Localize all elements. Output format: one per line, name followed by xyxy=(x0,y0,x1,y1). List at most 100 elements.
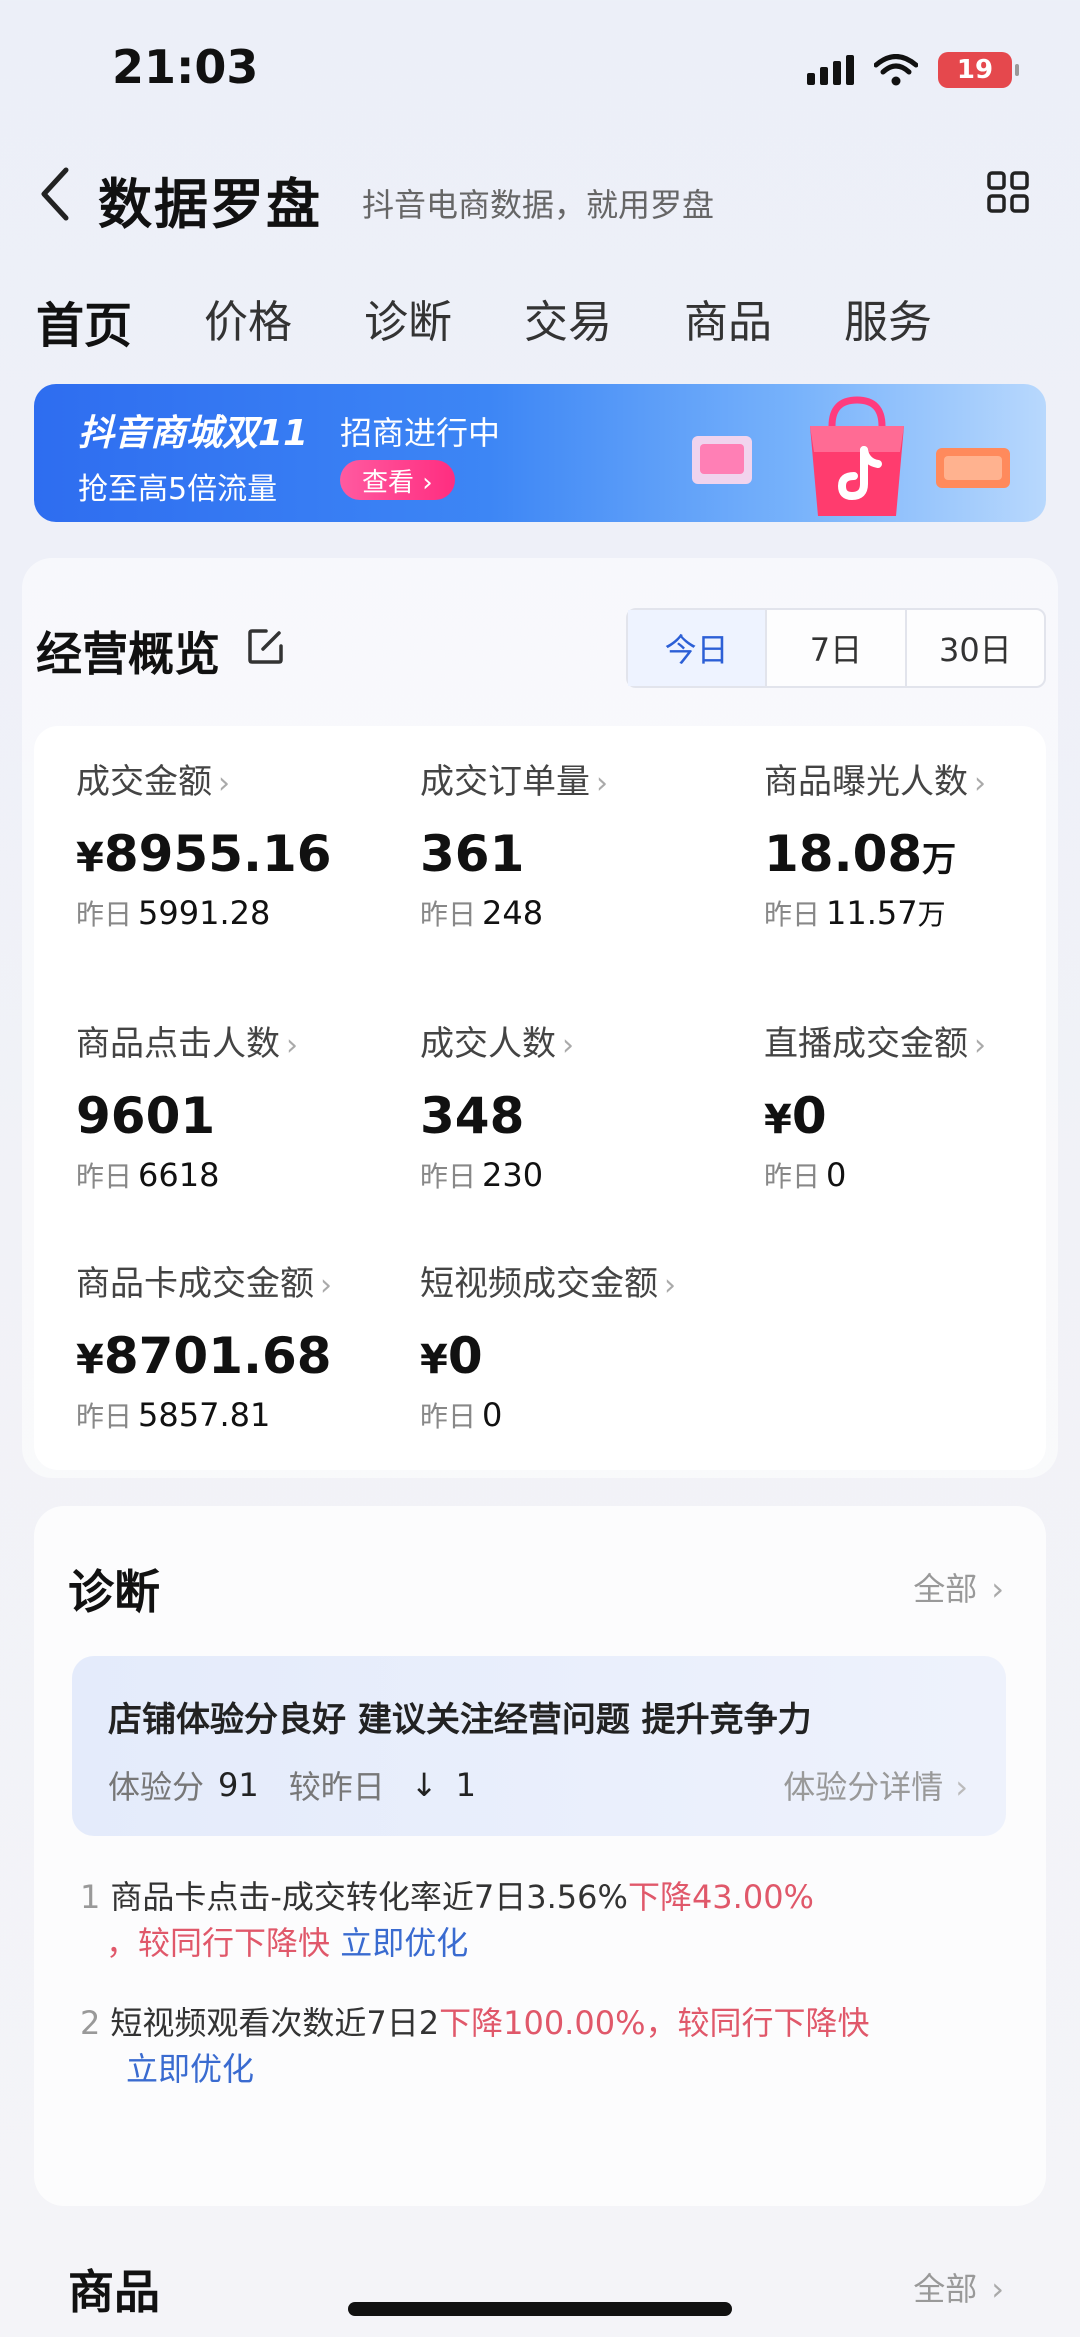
chevron-right-icon: › xyxy=(991,2270,1004,2308)
diagnosis-all-link[interactable]: 全部 › xyxy=(913,1564,1004,1610)
metric-value: 0 xyxy=(447,1327,483,1385)
period-selector: 今日 7日 30日 xyxy=(626,608,1046,688)
status-icons: 19 xyxy=(807,52,1019,88)
period-7d[interactable]: 7日 xyxy=(767,610,907,686)
prev-label: 昨日 xyxy=(420,898,477,931)
banner-view-button[interactable]: 查看 › xyxy=(340,460,455,500)
tab-bar: 首页 价格 诊断 交易 商品 服务 xyxy=(36,286,1004,356)
tab-price[interactable]: 价格 xyxy=(204,286,292,356)
metric-prev: 0 xyxy=(482,1396,503,1434)
chevron-right-icon: › xyxy=(974,766,986,801)
prev-label: 昨日 xyxy=(76,1400,133,1433)
overview-title: 经营概览 xyxy=(36,627,220,681)
metric-prev: 5991.28 xyxy=(138,894,271,932)
metric-prev-unit: 万 xyxy=(917,898,946,931)
metric-label: 直播成交金额 xyxy=(764,1024,968,1064)
chevron-right-icon: › xyxy=(974,1028,986,1063)
shopping-bag-icon xyxy=(810,396,904,516)
metric-exposure[interactable]: 商品曝光人数 › 18.08万 昨日 11.57万 xyxy=(764,754,1080,933)
metric-orders[interactable]: 成交订单量 › 361 昨日 248 xyxy=(420,754,750,933)
issue-decline: 下降43.00% xyxy=(627,1878,814,1916)
metric-label: 短视频成交金额 xyxy=(420,1264,658,1304)
metric-value: 348 xyxy=(420,1087,525,1145)
tab-diagnosis[interactable]: 诊断 xyxy=(364,286,452,356)
prev-label: 昨日 xyxy=(764,1160,821,1193)
metric-prev: 11.57 xyxy=(826,894,918,932)
metric-value: 8701.68 xyxy=(103,1327,332,1385)
score-detail-link[interactable]: 体验分详情 › xyxy=(783,1762,968,1808)
metric-value: 9601 xyxy=(76,1087,216,1145)
diagnosis-title: 诊断 xyxy=(68,1565,160,1619)
edit-icon[interactable] xyxy=(246,626,286,666)
diagnosis-issue: 1 商品卡点击-成交转化率近7日3.56%下降43.00% ，较同行下降快 立即优… xyxy=(80,1874,980,1966)
metric-label: 商品点击人数 xyxy=(76,1024,280,1064)
metric-prev: 6618 xyxy=(138,1156,220,1194)
period-today[interactable]: 今日 xyxy=(628,610,768,686)
status-time: 21:03 xyxy=(112,40,259,94)
battery-icon: 19 xyxy=(938,52,1019,88)
issue-text: 商品卡点击-成交转化率近7日3.56% xyxy=(110,1878,628,1916)
chevron-right-icon: › xyxy=(218,766,230,801)
prev-label: 昨日 xyxy=(420,1160,477,1193)
metric-prev: 248 xyxy=(482,894,544,932)
experience-score-card[interactable] xyxy=(72,1656,1006,1836)
diagnosis-section xyxy=(34,1506,1046,2206)
back-chevron-icon[interactable] xyxy=(36,164,72,224)
gift-box-icon xyxy=(692,436,752,484)
chevron-right-icon: › xyxy=(320,1268,332,1303)
arrow-down-icon: ↓ xyxy=(410,1766,438,1804)
chevron-right-icon: › xyxy=(991,1570,1004,1608)
metric-prev: 5857.81 xyxy=(138,1396,271,1434)
metric-label: 成交金额 xyxy=(76,762,212,802)
currency-symbol: ¥ xyxy=(76,835,104,881)
tab-home[interactable]: 首页 xyxy=(36,286,132,356)
banner-subtitle: 抢至高5倍流量 xyxy=(78,472,278,507)
score-headline: 店铺体验分良好 建议关注经营问题 提升竞争力 xyxy=(108,1700,812,1740)
banner-title: 抖音商城双11 xyxy=(78,413,309,454)
products-all-link[interactable]: 全部 › xyxy=(913,2264,1004,2310)
metric-buyers[interactable]: 成交人数 › 348 昨日 230 xyxy=(420,1016,750,1195)
period-30d[interactable]: 30日 xyxy=(907,610,1044,686)
products-title: 商品 xyxy=(68,2265,160,2319)
prev-label: 昨日 xyxy=(764,898,821,931)
issue-text: 短视频观看次数近7日2 xyxy=(110,2004,440,2042)
battery-level: 19 xyxy=(956,55,994,85)
metric-label: 商品曝光人数 xyxy=(764,762,968,802)
compare-label: 较昨日 xyxy=(288,1768,385,1806)
wifi-icon xyxy=(874,54,918,86)
grid-menu-icon[interactable] xyxy=(986,170,1030,214)
page-title: 数据罗盘 xyxy=(98,173,322,236)
issue-decline-compare: ，较同行下降快 xyxy=(106,1924,331,1962)
metric-live-gmv[interactable]: 直播成交金额 › ¥0 昨日 0 xyxy=(764,1016,1080,1195)
currency-symbol: ¥ xyxy=(420,1337,448,1383)
currency-symbol: ¥ xyxy=(764,1097,792,1143)
metric-clicks[interactable]: 商品点击人数 › 9601 昨日 6618 xyxy=(76,1016,406,1195)
prev-label: 昨日 xyxy=(420,1400,477,1433)
promo-banner[interactable]: 抖音商城双11 招商进行中 抢至高5倍流量 查看 › xyxy=(34,384,1046,522)
score-detail-label: 体验分详情 xyxy=(783,1768,944,1806)
tab-product[interactable]: 商品 xyxy=(684,286,772,356)
metric-unit: 万 xyxy=(922,840,957,880)
chevron-right-icon: › xyxy=(562,1028,574,1063)
score-label: 体验分 xyxy=(108,1768,205,1806)
metric-value: 18.08 xyxy=(764,825,923,883)
optimize-link[interactable]: 立即优化 xyxy=(340,1924,468,1962)
issue-decline: 下降100.00%，较同行下降快 xyxy=(439,2004,870,2042)
currency-symbol: ¥ xyxy=(76,1337,104,1383)
tab-trade[interactable]: 交易 xyxy=(524,286,612,356)
metric-label: 商品卡成交金额 xyxy=(76,1264,314,1304)
score-row: 体验分 91 较昨日 ↓ 1 xyxy=(108,1762,476,1808)
issue-index: 1 xyxy=(80,1878,101,1916)
tab-service[interactable]: 服务 xyxy=(844,286,932,356)
products-all-label: 全部 xyxy=(913,2270,978,2308)
optimize-link[interactable]: 立即优化 xyxy=(126,2050,254,2088)
page-subtitle: 抖音电商数据，就用罗盘 xyxy=(362,186,715,224)
metric-video-gmv[interactable]: 短视频成交金额 › ¥0 昨日 0 xyxy=(420,1256,750,1435)
metric-card-gmv[interactable]: 商品卡成交金额 › ¥8701.68 昨日 5857.81 xyxy=(76,1256,406,1435)
metrics-grid: 成交金额 › ¥8955.16 昨日 5991.28 成交订单量 › 361 昨日 24… xyxy=(34,726,1046,1470)
metric-gmv[interactable]: 成交金额 › ¥8955.16 昨日 5991.28 xyxy=(76,754,406,933)
metric-value: 361 xyxy=(420,825,525,883)
home-indicator[interactable] xyxy=(348,2302,732,2316)
coupon-icon xyxy=(936,448,1010,488)
cellular-signal-icon xyxy=(807,55,854,85)
